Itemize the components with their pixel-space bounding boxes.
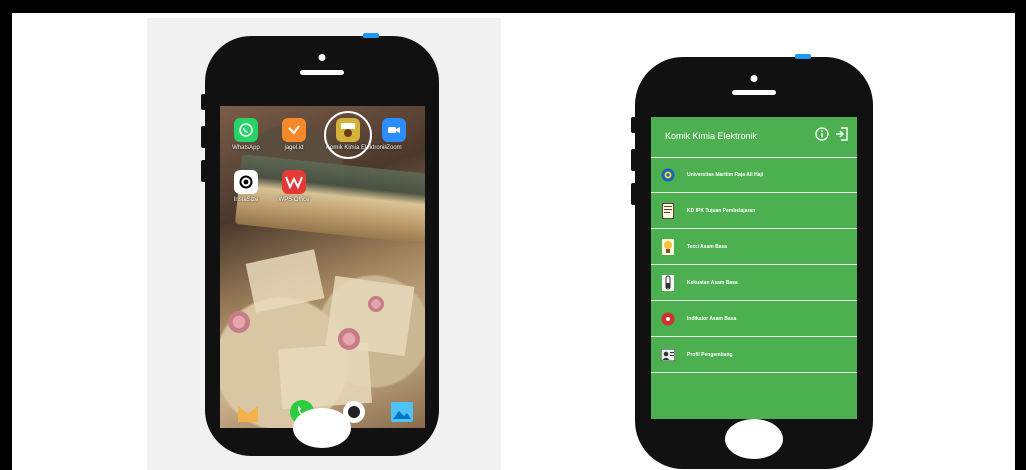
- notes-icon: [238, 406, 258, 422]
- right-phone-camera: [750, 75, 758, 82]
- left-phone-camera: [318, 54, 326, 61]
- app-screen: Komik Kimia Elektronik Universitas Marit…: [651, 117, 857, 419]
- dock-gallery[interactable]: [390, 400, 414, 424]
- app-whatsapp[interactable]: WhatsApp: [224, 118, 268, 151]
- whatsapp-icon: [234, 118, 258, 142]
- left-phone-speaker: [300, 70, 344, 75]
- menu-label: KD IPK Tujuan Pembelajaran: [687, 207, 756, 214]
- menu-label: Teori Asam Basa: [687, 243, 728, 250]
- left-phone-volume-down: [201, 160, 206, 182]
- right-phone-speaker: [732, 90, 776, 95]
- right-phone: Komik Kimia Elektronik Universitas Marit…: [631, 54, 873, 469]
- right-phone-panel: Komik Kimia Elektronik Universitas Marit…: [575, 41, 927, 470]
- left-phone-home-button[interactable]: [293, 408, 351, 448]
- left-phone: WhatsApp jagel.id Komik Kimia Elektronik: [201, 33, 439, 456]
- app-wps-office[interactable]: WPS Office: [272, 170, 316, 203]
- test-tube-icon: [661, 274, 675, 291]
- lightbulb-icon: [661, 238, 675, 255]
- right-phone-home-button[interactable]: [725, 419, 783, 459]
- app-label: InstaSize: [233, 197, 259, 203]
- left-phone-volume-up: [201, 126, 206, 148]
- highlight-circle: [324, 111, 372, 159]
- profile-icon: [661, 347, 675, 363]
- app-header: Komik Kimia Elektronik: [651, 117, 857, 155]
- menu-item-indikator-asam-basa[interactable]: Indikator Asam Basa: [651, 301, 857, 337]
- university-logo-icon: [661, 167, 675, 183]
- wallpaper-rose: [338, 328, 360, 350]
- menu-label: Kekuatan Asam Basa: [687, 279, 738, 286]
- menu-label: Universitas Maritim Raja Ali Haji: [687, 172, 764, 178]
- screenshot-frame: WhatsApp jagel.id Komik Kimia Elektronik: [12, 13, 1015, 470]
- indicator-icon: [661, 311, 675, 327]
- jagel-icon: [282, 118, 306, 142]
- menu-item-kd-ipk[interactable]: KD IPK Tujuan Pembelajaran: [651, 193, 857, 229]
- menu-item-kekuatan-asam-basa[interactable]: Kekuatan Asam Basa: [651, 265, 857, 301]
- app-zoom[interactable]: Zoom: [372, 118, 416, 151]
- dock-notes[interactable]: [236, 400, 260, 424]
- menu-label: Indikator Asam Basa: [687, 315, 737, 322]
- app-title: Komik Kimia Elektronik: [665, 131, 758, 141]
- right-phone-mute-switch: [631, 117, 636, 133]
- exit-icon[interactable]: [835, 127, 849, 141]
- app-label: jagel.id: [284, 145, 304, 151]
- document-icon: [661, 202, 675, 219]
- wallpaper-rose: [228, 311, 250, 333]
- app-jagel[interactable]: jagel.id: [272, 118, 316, 151]
- wallpaper-paper: [245, 249, 325, 313]
- right-phone-volume-down: [631, 183, 636, 205]
- app-instasize[interactable]: InstaSize: [224, 170, 268, 203]
- app-label: WhatsApp: [232, 145, 260, 151]
- menu-label: Profil Pengembang: [687, 351, 733, 358]
- left-phone-mute-switch: [201, 94, 206, 110]
- app-label: WPS Office: [278, 197, 310, 203]
- home-screen: WhatsApp jagel.id Komik Kimia Elektronik: [220, 106, 425, 428]
- wps-office-icon: [282, 170, 306, 194]
- right-phone-power-button: [795, 54, 811, 59]
- app-label: Zoom: [386, 145, 402, 151]
- gallery-icon: [391, 402, 413, 422]
- wallpaper-rose: [368, 296, 384, 312]
- left-phone-panel: WhatsApp jagel.id Komik Kimia Elektronik: [147, 18, 501, 470]
- menu-item-teori-asam-basa[interactable]: Teori Asam Basa: [651, 229, 857, 265]
- menu-item-profil-pengembang[interactable]: Profil Pengembang: [651, 337, 857, 373]
- instasize-icon: [234, 170, 258, 194]
- zoom-icon: [382, 118, 406, 142]
- right-phone-volume-up: [631, 149, 636, 171]
- info-icon[interactable]: [815, 127, 829, 141]
- menu-list: Universitas Maritim Raja Ali Haji KD IPK…: [651, 157, 857, 373]
- menu-item-universitas[interactable]: Universitas Maritim Raja Ali Haji: [651, 157, 857, 193]
- left-phone-power-button: [363, 33, 379, 38]
